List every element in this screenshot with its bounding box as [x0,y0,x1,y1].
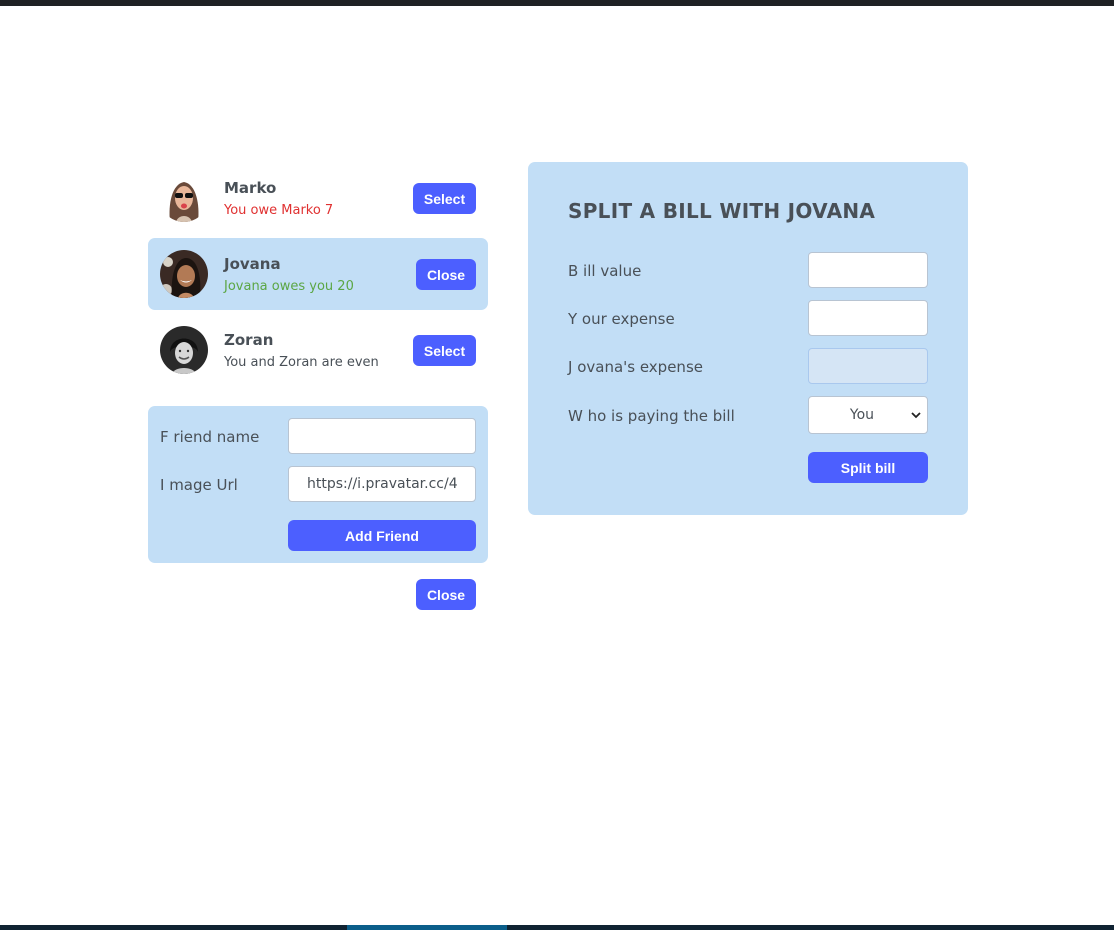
friend-balance-status: You and Zoran are even [224,355,379,370]
split-bill-button[interactable]: Split bill [808,452,928,483]
split-bill-title: SPLIT A BILL WITH JOVANA [568,199,876,223]
select-friend-button[interactable]: Select [413,183,476,214]
friend-balance-status: You owe Marko 7 [224,203,334,218]
friend-item-zoran: Zoran You and Zoran are even Select [148,314,488,386]
friend-name: Jovana [224,255,281,273]
bill-payer-select[interactable]: You [808,396,928,434]
avatar [160,326,208,374]
your-expense-input[interactable] [808,300,928,336]
add-friend-form: F riend name I mage Url Add Friend [148,406,488,563]
friend-name-input[interactable] [288,418,476,454]
close-friend-button[interactable]: Close [416,259,476,290]
add-friend-button[interactable]: Add Friend [288,520,476,551]
friend-balance-status: Jovana owes you 20 [224,279,354,294]
friend-expense-input [808,348,928,384]
friends-sidebar: Marko You owe Marko 7 Select Jovana Jova… [148,162,488,563]
friend-item-marko: Marko You owe Marko 7 Select [148,162,488,234]
split-bill-form: SPLIT A BILL WITH JOVANA B ill value Y o… [528,162,968,515]
window-top-bar [0,0,1114,6]
friend-expense-label: J ovana's expense [568,358,703,376]
chevron-down-icon [911,412,921,419]
avatar [160,250,208,298]
friend-item-jovana: Jovana Jovana owes you 20 Close [148,238,488,310]
bill-value-label: B ill value [568,262,642,280]
select-friend-button[interactable]: Select [413,335,476,366]
close-add-friend-button[interactable]: Close [416,579,476,610]
taskbar-active-indicator [347,925,507,930]
image-url-label: I mage Url [160,476,238,494]
bill-value-input[interactable] [808,252,928,288]
your-expense-label: Y our expense [568,310,675,328]
friend-name: Marko [224,179,277,197]
taskbar-strip [0,925,1114,930]
image-url-input[interactable] [288,466,476,502]
friends-list: Marko You owe Marko 7 Select Jovana Jova… [148,162,488,386]
friend-name-label: F riend name [160,428,260,446]
friend-name: Zoran [224,331,274,349]
bill-payer-selected-value: You [849,407,875,423]
payer-label: W ho is paying the bill [568,407,735,425]
avatar [160,174,208,222]
